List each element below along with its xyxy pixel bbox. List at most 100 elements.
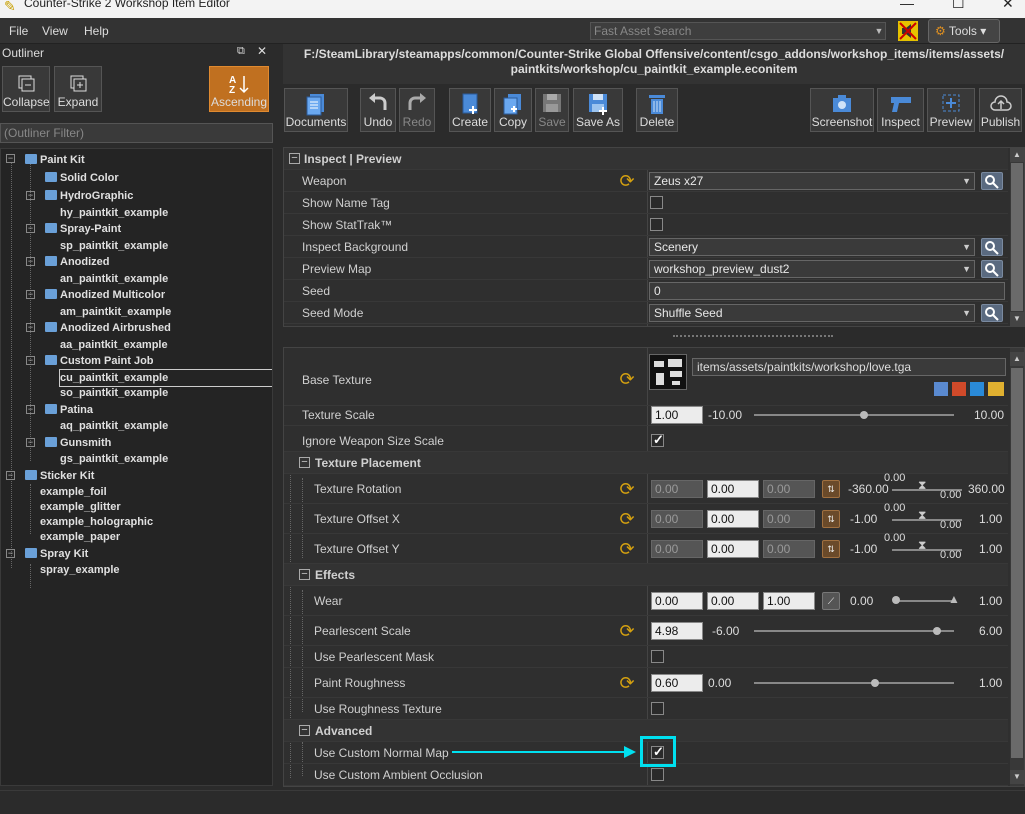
tree-item-aq[interactable]: aq_paintkit_example [60, 418, 168, 434]
tools-button[interactable]: ⚙ Tools ▾ [928, 19, 1000, 43]
expander-paint-kit[interactable]: − [6, 154, 15, 163]
wear-min-input[interactable]: 0.00 [651, 592, 703, 610]
menu-file[interactable]: File [9, 24, 28, 38]
tree-item-spray[interactable]: spray_example [40, 562, 120, 578]
texture-scale-input[interactable]: 1.00 [651, 406, 703, 424]
tree-item-glitter[interactable]: example_glitter [40, 499, 121, 515]
inspect-button[interactable]: Inspect [877, 88, 924, 132]
tree-item-so[interactable]: so_paintkit_example [60, 385, 168, 401]
expander-anodized[interactable]: − [26, 257, 35, 266]
custom-ambient-occlusion-checkbox[interactable] [651, 768, 664, 781]
wear-end-marker[interactable]: ▲ [948, 592, 960, 606]
revert-icon[interactable] [952, 382, 966, 396]
range-marker-icon[interactable]: ⧗ [918, 538, 926, 553]
tree-item-hydrographic[interactable]: HydroGraphic [45, 188, 133, 204]
search-icon[interactable] [934, 382, 948, 396]
pearlescent-slider[interactable] [754, 630, 954, 632]
tree-item-solid-color[interactable]: Solid Color [45, 170, 119, 186]
outliner-filter-input[interactable]: (Outliner Filter) [0, 123, 273, 143]
rotation-z-input[interactable]: 0.00 [763, 480, 815, 498]
pearlescent-knob[interactable] [933, 627, 941, 635]
roughness-knob[interactable] [871, 679, 879, 687]
speaker-mute-icon[interactable] [896, 19, 920, 43]
search-icon[interactable] [981, 260, 1003, 278]
tree-item-patina[interactable]: Patina [45, 402, 93, 418]
refresh-icon[interactable]: ⟳ [617, 510, 637, 528]
tree-item-paper[interactable]: example_paper [40, 529, 120, 545]
wear-value-input[interactable]: 0.00 [707, 592, 759, 610]
show-name-tag-checkbox[interactable] [650, 196, 663, 209]
section-effects[interactable]: − Effects [284, 564, 1008, 586]
pearlescent-mask-checkbox[interactable] [651, 650, 664, 663]
offset-x-lock-icon[interactable]: ⇅ [822, 510, 840, 528]
search-icon[interactable] [981, 304, 1003, 322]
menu-view[interactable]: View [42, 24, 68, 38]
screenshot-button[interactable]: Screenshot [810, 88, 874, 132]
paint-roughness-input[interactable]: 0.60 [651, 674, 703, 692]
tree-item-sticker-kit[interactable]: Sticker Kit [25, 468, 94, 484]
inspect-background-select[interactable]: Scenery ▼ [649, 238, 975, 256]
preview-button[interactable]: Preview [927, 88, 975, 132]
expander-spray-kit[interactable]: − [6, 549, 15, 558]
tree-item-sp[interactable]: sp_paintkit_example [60, 238, 168, 254]
seed-mode-select[interactable]: Shuffle Seed ▼ [649, 304, 975, 322]
refresh-icon[interactable]: ⟳ [617, 674, 637, 692]
publish-button[interactable]: Publish [979, 88, 1022, 132]
search-icon[interactable] [981, 172, 1003, 190]
tree-item-anodized-multicolor[interactable]: Anodized Multicolor [45, 287, 165, 303]
offset-y-lock-icon[interactable]: ⇅ [822, 540, 840, 558]
expander-anodized-airbrushed[interactable]: − [26, 323, 35, 332]
offset-y-c-input[interactable]: 0.00 [763, 540, 815, 558]
tree-item-cu-selected[interactable]: cu_paintkit_example [59, 369, 272, 387]
properties-scrollbar[interactable]: ▲ ▼ [1010, 348, 1024, 786]
roughness-slider[interactable] [754, 682, 954, 684]
refresh-icon[interactable]: ⟳ [617, 480, 637, 498]
close-icon[interactable]: ✕ [257, 44, 267, 58]
expand-button[interactable]: Expand [54, 66, 102, 112]
expander-anodized-multicolor[interactable]: − [26, 290, 35, 299]
tree-item-hy[interactable]: hy_paintkit_example [60, 205, 168, 221]
refresh-icon[interactable]: ⟳ [617, 172, 637, 190]
tree-item-spray-paint[interactable]: Spray-Paint [45, 221, 121, 237]
documents-button[interactable]: Documents [284, 88, 348, 132]
menu-help[interactable]: Help [84, 24, 109, 38]
tree-item-gs[interactable]: gs_paintkit_example [60, 451, 168, 467]
close-window-icon[interactable]: ✕ [1002, 0, 1014, 12]
tree-item-spray-kit[interactable]: Spray Kit [25, 546, 88, 562]
range-marker-icon[interactable]: ⧗ [918, 508, 926, 523]
section-texture-placement[interactable]: − Texture Placement [284, 452, 1008, 474]
texture-scale-slider[interactable] [754, 414, 954, 416]
minimize-icon[interactable]: — [900, 0, 914, 11]
offset-y-a-input[interactable]: 0.00 [651, 540, 703, 558]
show-stattrak-checkbox[interactable] [650, 218, 663, 231]
texture-thumbnail[interactable] [649, 354, 687, 390]
save-button[interactable]: Save [535, 88, 569, 132]
offset-x-c-input[interactable]: 0.00 [763, 510, 815, 528]
delete-button[interactable]: Delete [636, 88, 678, 132]
ignore-size-checkbox[interactable] [651, 432, 664, 448]
base-texture-path[interactable]: items/assets/paintkits/workshop/love.tga [692, 358, 1006, 376]
wear-curve-icon[interactable]: ⟋ [822, 592, 840, 610]
maximize-icon[interactable]: ☐ [952, 0, 965, 12]
collapse-button[interactable]: Collapse [2, 66, 50, 112]
refresh-icon[interactable]: ⟳ [617, 370, 637, 388]
offset-y-b-input[interactable]: 0.00 [707, 540, 759, 558]
pearlescent-scale-input[interactable]: 4.98 [651, 622, 703, 640]
tree-item-anodized-airbrushed[interactable]: Anodized Airbrushed [45, 320, 171, 336]
panel-splitter[interactable] [283, 330, 1025, 344]
tree-item-paint-kit[interactable]: Paint Kit [25, 152, 85, 168]
fast-asset-search-input[interactable]: Fast Asset Search [590, 22, 886, 40]
expander-spray-paint[interactable]: − [26, 224, 35, 233]
seed-input[interactable]: 0 [649, 282, 1005, 300]
copy-button[interactable]: Copy [494, 88, 532, 132]
expander-sticker-kit[interactable]: − [6, 471, 15, 480]
texture-scale-knob[interactable] [860, 411, 868, 419]
wear-max-input[interactable]: 1.00 [763, 592, 815, 610]
tree-item-gunsmith[interactable]: Gunsmith [45, 435, 111, 451]
tree-item-anodized[interactable]: Anodized [45, 254, 110, 270]
expander-custom-paint-job[interactable]: − [26, 356, 35, 365]
range-marker-icon[interactable]: ⧗ [918, 478, 926, 493]
refresh-icon[interactable]: ⟳ [617, 540, 637, 558]
wear-knob[interactable] [892, 596, 900, 604]
refresh-icon[interactable]: ⟳ [617, 622, 637, 640]
